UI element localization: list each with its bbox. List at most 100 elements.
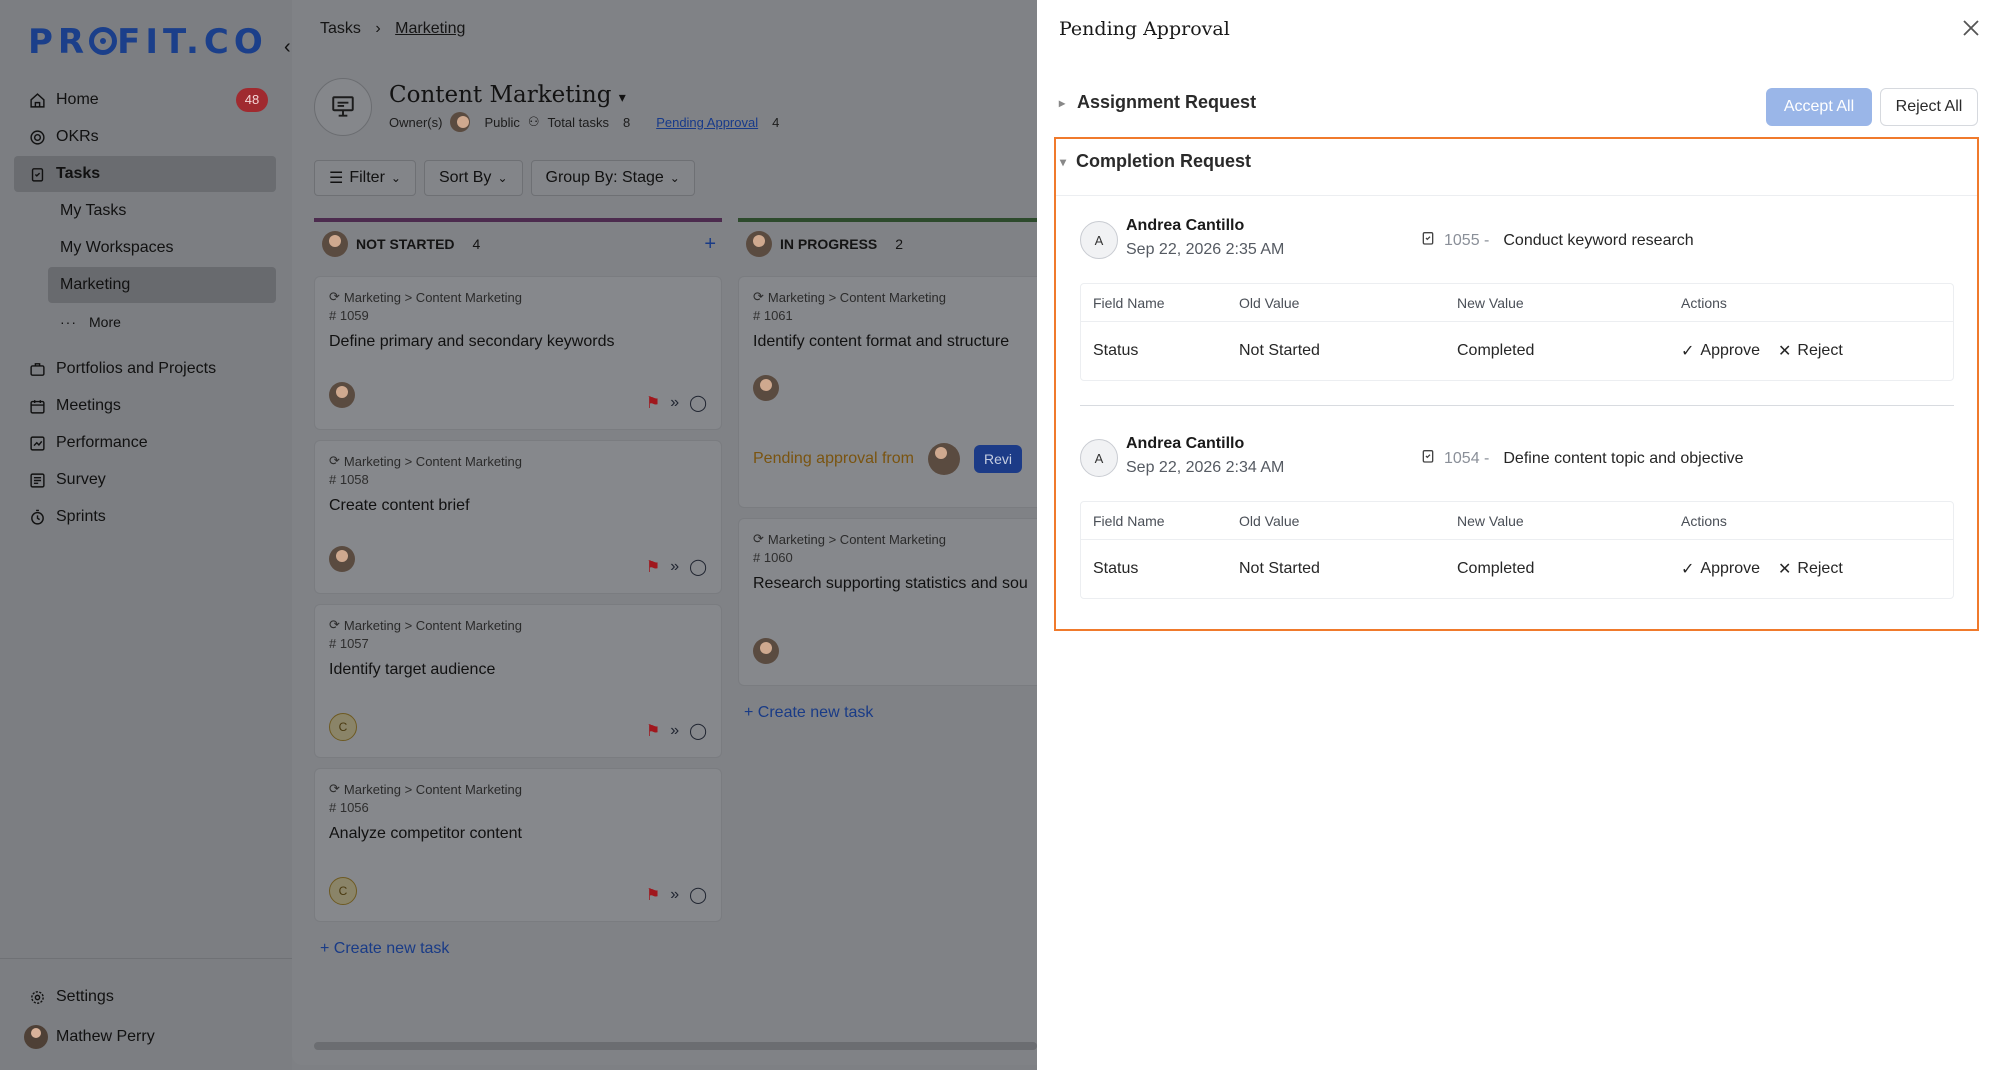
sidebar-item-tasks[interactable]: Tasks	[14, 156, 276, 192]
task-card[interactable]: ⟳ Marketing > Content Marketing # 1060 Re…	[738, 518, 1037, 686]
actions-cell: ✓ Approve ✕ Reject	[1681, 341, 1951, 361]
pending-approval-link[interactable]: Pending Approval	[656, 115, 758, 130]
page-title[interactable]: Content Marketing ▾	[389, 82, 626, 108]
reject-button[interactable]: ✕ Reject	[1778, 559, 1843, 579]
assignee-initial-avatar[interactable]: C	[329, 713, 357, 741]
user-profile[interactable]: Mathew Perry	[14, 1019, 292, 1055]
horizontal-scrollbar[interactable]	[314, 1042, 1037, 1050]
task-card[interactable]: ⟳ Marketing > Content Marketing # 1056 An…	[314, 768, 722, 922]
assignee-avatar[interactable]	[329, 546, 355, 572]
card-title: Identify content format and structure	[753, 333, 1010, 350]
priority-chevrons-icon[interactable]: »	[670, 558, 679, 576]
breadcrumb-tasks[interactable]: Tasks	[320, 20, 361, 37]
priority-chevrons-icon[interactable]: »	[670, 722, 679, 740]
clipboard-icon	[28, 165, 46, 183]
sync-icon: ⟳	[753, 289, 764, 304]
caret-down-icon[interactable]: ▾	[619, 90, 626, 106]
completion-request-accordion[interactable]: ▾ Completion Request	[1060, 151, 1251, 172]
request-task[interactable]: 1055 - Conduct keyword research	[1420, 229, 1694, 252]
assignee-avatar[interactable]	[329, 382, 355, 408]
sidebar-item-label: Sprints	[56, 508, 106, 525]
profit-co-logo[interactable]: PR FIT.CO	[28, 22, 268, 62]
assignee-avatar[interactable]	[753, 375, 779, 401]
assignment-request-accordion[interactable]: ▸ Assignment Request	[1059, 92, 1256, 113]
assignee-avatar[interactable]	[753, 638, 779, 664]
task-card[interactable]: ⟳ Marketing > Content Marketing # 1061 Id…	[738, 276, 1037, 508]
approve-button[interactable]: ✓ Approve	[1681, 559, 1760, 579]
priority-chevrons-icon[interactable]: »	[670, 394, 679, 412]
change-table: Field Name Old Value New Value Actions S…	[1080, 501, 1954, 599]
task-clipboard-icon	[1420, 229, 1436, 252]
check-circle-icon[interactable]: ◯	[689, 393, 707, 413]
review-button[interactable]: Revi	[973, 445, 1022, 473]
chevron-down-icon: ⌄	[497, 171, 508, 185]
sidebar-item-meetings[interactable]: Meetings	[14, 388, 276, 424]
breadcrumb-marketing[interactable]: Marketing	[395, 20, 465, 37]
sidebar-item-label: Survey	[56, 471, 106, 488]
add-task-icon[interactable]: +	[704, 233, 716, 256]
requester-name: Andrea Cantillo	[1126, 217, 1245, 234]
card-path-text: Marketing > Content Marketing	[767, 289, 947, 305]
create-new-task-link[interactable]: + Create new task	[738, 704, 1037, 722]
total-tasks-label: Total tasks	[547, 114, 609, 130]
reject-all-button[interactable]: Reject All	[1880, 88, 1978, 126]
sidebar-item-okrs[interactable]: OKRs	[14, 119, 276, 155]
sidebar-item-my-tasks[interactable]: My Tasks	[14, 193, 276, 229]
filter-button[interactable]: ☰ Filter ⌄	[314, 160, 416, 196]
filter-icon: ☰	[329, 170, 344, 187]
sidebar-item-settings[interactable]: Settings	[14, 979, 292, 1015]
create-new-task-link[interactable]: + Create new task	[314, 940, 722, 958]
new-value-cell: Completed	[1457, 560, 1535, 577]
task-card[interactable]: ⟳ Marketing > Content Marketing # 1059 De…	[314, 276, 722, 430]
old-value-cell: Not Started	[1239, 342, 1320, 359]
sidebar-item-label: My Tasks	[60, 202, 127, 219]
card-path-text: Marketing > Content Marketing	[343, 781, 523, 797]
collapse-sidebar-icon[interactable]: ‹	[284, 36, 291, 59]
close-icon[interactable]	[1959, 16, 1983, 40]
request-divider	[1080, 405, 1954, 406]
flag-icon[interactable]: ⚑	[646, 885, 660, 905]
sidebar-item-marketing[interactable]: Marketing	[48, 267, 276, 303]
approve-button[interactable]: ✓ Approve	[1681, 341, 1760, 361]
flag-icon[interactable]: ⚑	[646, 557, 660, 577]
user-name: Mathew Perry	[56, 1028, 155, 1045]
priority-chevrons-icon[interactable]: »	[670, 886, 679, 904]
reject-label: Reject	[1797, 560, 1843, 577]
owner-avatar[interactable]	[450, 112, 471, 132]
visibility-label: Public	[484, 114, 520, 130]
card-title: Research supporting statistics and sou	[753, 575, 1028, 592]
flag-icon[interactable]: ⚑	[646, 393, 660, 413]
task-card[interactable]: ⟳ Marketing > Content Marketing # 1057 Id…	[314, 604, 722, 758]
requester-name: Andrea Cantillo	[1126, 435, 1245, 452]
check-circle-icon[interactable]: ◯	[689, 721, 707, 741]
card-path: ⟳ Marketing > Content Marketing	[329, 453, 707, 469]
group-by-button[interactable]: Group By: Stage ⌄	[530, 160, 695, 196]
sidebar-item-performance[interactable]: Performance	[14, 425, 276, 461]
sort-by-button[interactable]: Sort By ⌄	[423, 160, 523, 196]
sidebar-item-label: Meetings	[56, 397, 121, 414]
pending-approval-row: Pending approval from Revi	[753, 443, 1022, 475]
accept-all-button[interactable]: Accept All	[1766, 88, 1872, 126]
pending-approval-count: 4	[772, 114, 780, 130]
col-old-value: Old Value	[1239, 294, 1300, 311]
col-field-name: Field Name	[1093, 512, 1165, 529]
flag-icon[interactable]: ⚑	[646, 721, 660, 741]
sidebar-item-my-workspaces[interactable]: My Workspaces	[14, 230, 276, 266]
task-card[interactable]: ⟳ Marketing > Content Marketing # 1058 Cr…	[314, 440, 722, 594]
sidebar-item-portfolios[interactable]: Portfolios and Projects	[14, 351, 276, 387]
field-name-cell: Status	[1093, 560, 1139, 577]
check-circle-icon[interactable]: ◯	[689, 885, 707, 905]
breadcrumb: Tasks › Marketing	[320, 20, 465, 38]
sidebar-item-more[interactable]: ··· More	[14, 304, 276, 340]
sidebar-item-home[interactable]: Home 48	[14, 82, 276, 118]
home-icon	[28, 91, 46, 109]
new-value-cell: Completed	[1457, 342, 1535, 359]
sidebar-item-sprints[interactable]: Sprints	[14, 499, 276, 535]
assignee-initial-avatar[interactable]: C	[329, 877, 357, 905]
card-path: ⟳ Marketing > Content Marketing	[329, 289, 707, 305]
reject-button[interactable]: ✕ Reject	[1778, 341, 1843, 361]
check-circle-icon[interactable]: ◯	[689, 557, 707, 577]
reject-label: Reject	[1797, 342, 1843, 359]
sidebar-item-survey[interactable]: Survey	[14, 462, 276, 498]
request-task[interactable]: 1054 - Define content topic and objectiv…	[1420, 447, 1744, 470]
